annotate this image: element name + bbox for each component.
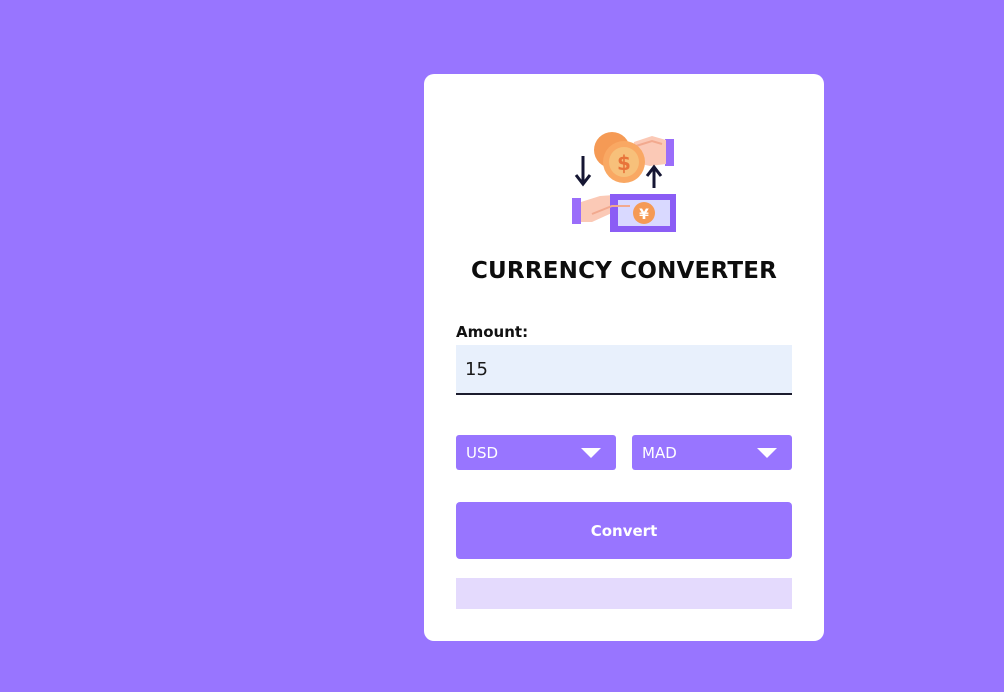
amount-label: Amount:	[456, 323, 529, 341]
page: $ ¥ CURRENCY CONVERTER Amount: USD MAD	[0, 0, 1004, 692]
chevron-down-icon	[581, 448, 601, 458]
svg-text:¥: ¥	[639, 207, 649, 223]
converter-card: $ ¥ CURRENCY CONVERTER Amount: USD MAD	[424, 74, 824, 641]
svg-text:$: $	[617, 151, 631, 175]
to-currency-value: MAD	[642, 443, 677, 462]
from-currency-value: USD	[466, 443, 499, 462]
amount-input[interactable]	[456, 345, 792, 395]
convert-button[interactable]: Convert	[456, 502, 792, 559]
from-currency-select[interactable]: USD	[456, 435, 616, 470]
page-title: CURRENCY CONVERTER	[470, 258, 778, 284]
result-display	[456, 578, 792, 609]
currency-exchange-icon: $ ¥	[572, 132, 676, 232]
to-currency-select[interactable]: MAD	[632, 435, 792, 470]
chevron-down-icon	[757, 448, 777, 458]
